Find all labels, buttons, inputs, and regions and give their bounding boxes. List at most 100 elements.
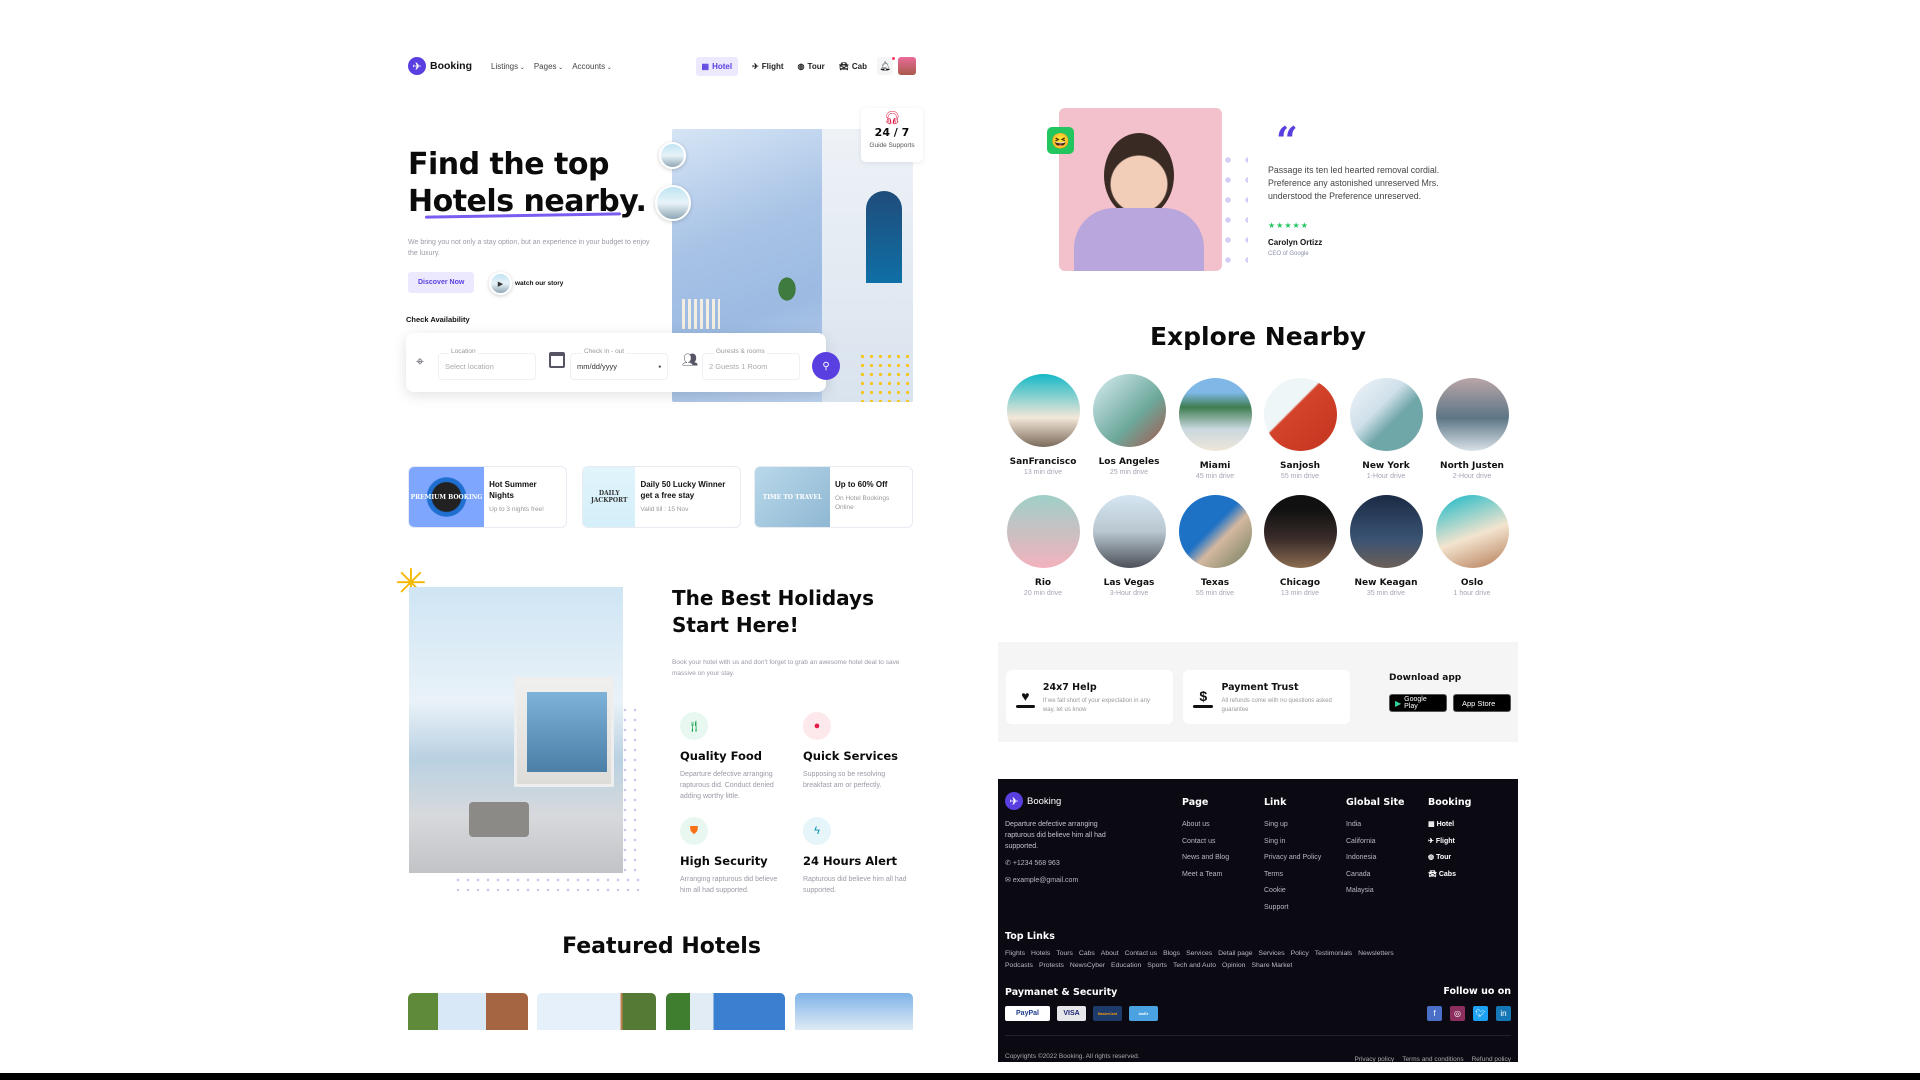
top-link[interactable]: Services bbox=[1259, 948, 1285, 959]
date-picker-icon[interactable]: ▪ bbox=[658, 362, 661, 371]
nav-listings-dropdown[interactable]: Listings ⌄ bbox=[491, 62, 525, 71]
city-item[interactable]: Chicago 13 min drive bbox=[1257, 495, 1343, 597]
top-link[interactable]: Share Market bbox=[1251, 960, 1292, 971]
city-item[interactable]: Texas 55 min drive bbox=[1172, 495, 1258, 597]
nav-pages-dropdown[interactable]: Pages ⌄ bbox=[534, 62, 563, 71]
footer-link[interactable]: ▦ Hotel bbox=[1428, 817, 1471, 834]
top-link[interactable]: Newsletters bbox=[1358, 948, 1394, 959]
footer-column-title: Page bbox=[1182, 797, 1209, 808]
tab-tour[interactable]: ◍ Tour bbox=[798, 62, 825, 71]
date-input[interactable]: mm/dd/yyyy ▪ bbox=[570, 353, 668, 380]
footer-link[interactable]: News and Blog bbox=[1182, 850, 1229, 867]
city-item[interactable]: New Keagan 35 min drive bbox=[1343, 495, 1429, 597]
top-link[interactable]: Podcasts bbox=[1005, 960, 1033, 971]
footer-column-title: Global Site bbox=[1346, 797, 1405, 808]
tab-cab[interactable]: 🚘︎ Cab bbox=[839, 62, 867, 71]
footer-link[interactable]: Malaysia bbox=[1346, 883, 1404, 900]
footer-link[interactable]: Sing in bbox=[1264, 834, 1321, 851]
footer-brand[interactable]: ✈ Booking bbox=[1005, 792, 1061, 810]
city-item[interactable]: Los Angeles 25 min drive bbox=[1086, 374, 1172, 476]
footer-link[interactable]: ◍ Tour bbox=[1428, 850, 1471, 867]
promo-card[interactable]: PREMIUM BOOKING Hot Summer Nights Up to 3 … bbox=[408, 466, 567, 528]
footer-link[interactable]: India bbox=[1346, 817, 1404, 834]
footer-link[interactable]: Terms bbox=[1264, 867, 1321, 884]
search-button[interactable]: ⚲ bbox=[812, 352, 840, 380]
promo-subtitle: Up to 3 nights free! bbox=[489, 506, 544, 513]
facebook-icon[interactable]: f bbox=[1427, 1006, 1442, 1021]
footer-link[interactable]: California bbox=[1346, 834, 1404, 851]
top-link[interactable]: Blogs bbox=[1163, 948, 1180, 959]
top-link[interactable]: Detail page bbox=[1218, 948, 1252, 959]
city-name: North Justen bbox=[1440, 461, 1504, 471]
top-link[interactable]: Policy bbox=[1291, 948, 1309, 959]
city-item[interactable]: SanFrancisco 13 min drive bbox=[1000, 374, 1086, 476]
tab-flight[interactable]: ✈ Flight bbox=[752, 62, 783, 71]
top-link[interactable]: About bbox=[1101, 948, 1119, 959]
brand-logo[interactable]: ✈ Booking bbox=[408, 57, 472, 75]
notification-button[interactable]: 🔔︎ bbox=[877, 57, 895, 75]
city-item[interactable]: North Justen 2-Hour drive bbox=[1429, 378, 1515, 480]
tab-hotel[interactable]: ▦ Hotel bbox=[695, 56, 739, 76]
top-link[interactable]: Education bbox=[1111, 960, 1141, 971]
top-link[interactable]: Protests bbox=[1039, 960, 1064, 971]
hotel-card[interactable] bbox=[408, 993, 528, 1030]
top-link[interactable]: Opinion bbox=[1222, 960, 1245, 971]
footer-link[interactable]: Sing up bbox=[1264, 817, 1321, 834]
hotel-thumbnail[interactable] bbox=[659, 142, 686, 169]
legal-link[interactable]: Privacy policy bbox=[1354, 1056, 1394, 1063]
top-link[interactable]: Services bbox=[1186, 948, 1212, 959]
top-link[interactable]: Cabs bbox=[1079, 948, 1095, 959]
city-item[interactable]: Oslo 1 hour drive bbox=[1429, 495, 1515, 597]
city-item[interactable]: Miami 45 min drive bbox=[1172, 378, 1258, 480]
footer-link[interactable]: Canada bbox=[1346, 867, 1404, 884]
footer-link[interactable]: About us bbox=[1182, 817, 1229, 834]
footer-link[interactable]: 🚘︎ Cabs bbox=[1428, 867, 1471, 884]
nav-accounts-dropdown[interactable]: Accounts ⌄ bbox=[572, 62, 612, 71]
city-item[interactable]: Las Vegas 3-Hour drive bbox=[1086, 495, 1172, 597]
top-link[interactable]: Hotels bbox=[1031, 948, 1050, 959]
google-play-button[interactable]: ▶ Google Play bbox=[1389, 694, 1447, 712]
top-link[interactable]: Tech and Auto bbox=[1173, 960, 1216, 971]
location-input[interactable]: Select location bbox=[438, 353, 536, 380]
hotel-card[interactable] bbox=[795, 993, 913, 1030]
hotel-thumbnail[interactable] bbox=[655, 185, 691, 221]
footer-email[interactable]: ✉ example@gmail.com bbox=[1005, 873, 1078, 890]
avatar[interactable] bbox=[898, 57, 916, 75]
footer-phone[interactable]: ✆ +1234 568 963 bbox=[1005, 856, 1060, 873]
top-link[interactable]: Tours bbox=[1056, 948, 1073, 959]
discover-now-button[interactable]: Discover Now bbox=[408, 272, 475, 293]
app-store-button[interactable]: App Store bbox=[1453, 694, 1511, 712]
support-label: Guide Supports bbox=[869, 142, 915, 149]
top-link[interactable]: Flights bbox=[1005, 948, 1025, 959]
top-link[interactable]: NewsCyber bbox=[1070, 960, 1105, 971]
footer-link[interactable]: Meet a Team bbox=[1182, 867, 1229, 884]
city-item[interactable]: New York 1-Hour drive bbox=[1343, 378, 1429, 480]
footer-link[interactable]: Privacy and Policy bbox=[1264, 850, 1321, 867]
footer-link[interactable]: Indonesia bbox=[1346, 850, 1404, 867]
promo-card[interactable]: TIME TO TRAVEL Up to 60% Off On Hotel Book… bbox=[754, 466, 913, 528]
hotel-card[interactable] bbox=[537, 993, 656, 1030]
feature-item: ● Quick Services Supposing so be resolving… bbox=[803, 712, 913, 791]
linkedin-icon[interactable]: in bbox=[1496, 1006, 1511, 1021]
footer-link[interactable]: Support bbox=[1264, 900, 1321, 917]
legal-link[interactable]: Refund policy bbox=[1472, 1056, 1511, 1063]
payment-visa-icon: VISA bbox=[1057, 1006, 1086, 1021]
watch-story-button[interactable]: ▶ watch our story bbox=[489, 272, 563, 295]
hotel-card[interactable] bbox=[666, 993, 785, 1030]
guests-input[interactable]: 2 Guests 1 Room bbox=[702, 353, 800, 380]
legal-link[interactable]: Terms and conditions bbox=[1402, 1056, 1463, 1063]
city-item[interactable]: Rio 20 min drive bbox=[1000, 495, 1086, 597]
hero-title: Find the top Hotels nearby. bbox=[408, 147, 647, 219]
footer-link[interactable]: ✈ Flight bbox=[1428, 834, 1471, 851]
footer-link[interactable]: Contact us bbox=[1182, 834, 1229, 851]
footer-link[interactable]: Cookie bbox=[1264, 883, 1321, 900]
twitter-icon[interactable]: 🐦︎ bbox=[1473, 1006, 1488, 1021]
city-drive-time: 35 min drive bbox=[1366, 590, 1406, 597]
tab-label: Cab bbox=[851, 61, 867, 71]
top-link[interactable]: Testimonials bbox=[1315, 948, 1352, 959]
instagram-icon[interactable]: ◎ bbox=[1450, 1006, 1465, 1021]
top-link[interactable]: Contact us bbox=[1125, 948, 1158, 959]
promo-card[interactable]: DAILY JACKPORT Daily 50 Lucky Winner get … bbox=[582, 466, 741, 528]
top-link[interactable]: Sports bbox=[1147, 960, 1167, 971]
city-item[interactable]: Sanjosh 55 min drive bbox=[1257, 378, 1343, 480]
